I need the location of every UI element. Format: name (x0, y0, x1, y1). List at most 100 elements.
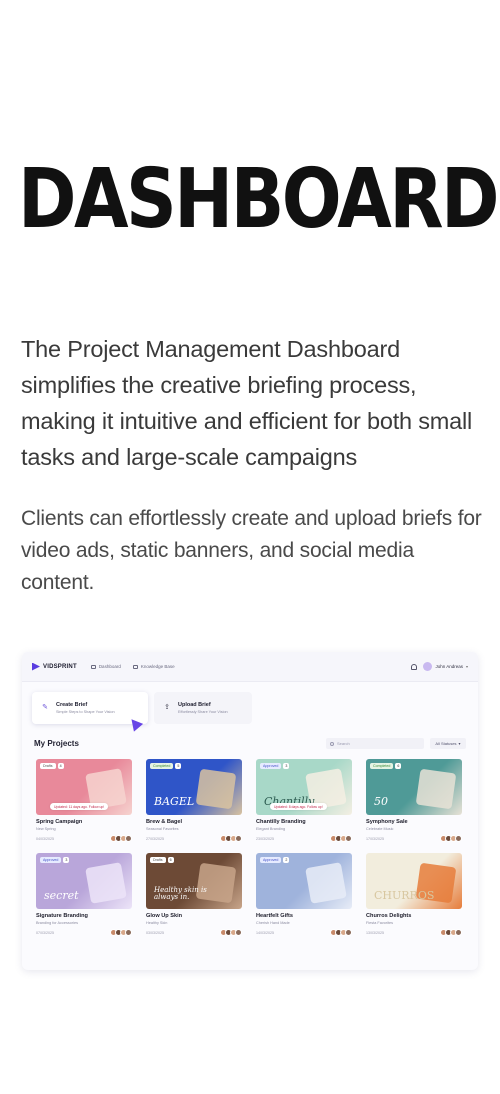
status-count: 4 (57, 763, 64, 769)
project-thumbnail: Healthy skin is always in. Drafts 6 (146, 853, 242, 909)
nav-item-knowledge-base[interactable]: Knowledge Base (132, 664, 175, 669)
status-label: Drafts (40, 763, 56, 769)
upload-brief-title: Upload Brief (178, 702, 211, 709)
status-label: Approved (260, 857, 282, 863)
chevron-down-icon: ▾ (458, 741, 461, 746)
project-date: 04/03/2025 (36, 836, 54, 841)
project-card[interactable]: Approved 2 Heartfelt Gifts Cherish Hand Mad… (256, 853, 352, 936)
team-avatars (110, 835, 132, 842)
user-name: John Andreas (435, 664, 463, 669)
project-card[interactable]: secret Approved 3 Signature Branding Brandin… (36, 853, 132, 936)
project-footer: 04/03/2025 (36, 835, 132, 842)
bell-icon[interactable] (411, 663, 418, 670)
status-count: 6 (395, 763, 402, 769)
project-title: Chantilly Branding (256, 819, 306, 825)
project-card[interactable]: Healthy skin is always in. Drafts 6 Glow Up… (146, 853, 242, 936)
project-subtitle: Elegant Branding (256, 827, 286, 831)
status-filter-value: All Statuses (435, 741, 457, 746)
project-date: 03/03/2025 (146, 930, 164, 935)
pencil-icon: ✎ (42, 704, 48, 711)
thumbnail-text: 50 (374, 795, 388, 808)
status-count: 3 (283, 763, 290, 769)
create-brief-desc: Simple Steps to Shape Your Vision (56, 709, 115, 714)
thumbnail-text: secret (44, 889, 79, 902)
project-footer: 03/03/2025 (146, 929, 242, 936)
project-subtitle: Fiesta Favorites (366, 921, 394, 925)
status-badge: Approved 2 (260, 857, 290, 863)
project-card[interactable]: 50 Completed 6 Symphony Sale Celebrate Music… (366, 759, 462, 842)
project-footer: 14/03/2025 (256, 929, 352, 936)
thumbnail-art (305, 862, 347, 904)
topbar-right: John Andreas ▾ (411, 662, 468, 671)
status-label: Drafts (150, 857, 166, 863)
project-date: 17/03/2025 (366, 836, 384, 841)
app-logo[interactable]: VIDSPRINT (32, 662, 77, 671)
app-topbar: VIDSPRINT Dashboard Knowledge Base John … (22, 652, 478, 682)
status-count: 2 (283, 857, 290, 863)
avatar (345, 835, 352, 842)
status-count: 6 (167, 857, 174, 863)
project-thumbnail: Approved 2 (256, 853, 352, 909)
nav-item-dashboard[interactable]: Dashboard (90, 664, 121, 669)
project-subtitle: Celebrate Music (366, 827, 394, 831)
book-icon (132, 664, 138, 669)
project-footer: 07/03/2025 (36, 929, 132, 936)
status-label: Approved (260, 763, 282, 769)
status-filter-select[interactable]: All Statuses ▾ (430, 738, 466, 749)
project-thumbnail: Drafts 4 Updated: 11 days ago. Follow up! (36, 759, 132, 815)
project-date: 23/03/2025 (256, 836, 274, 841)
team-avatars (440, 835, 462, 842)
project-footer: 27/03/2025 (146, 835, 242, 842)
project-thumbnail: 50 Completed 6 (366, 759, 462, 815)
project-card[interactable]: Drafts 4 Updated: 11 days ago. Follow up! S… (36, 759, 132, 842)
avatar (455, 929, 462, 936)
project-subtitle: Cherish Hand Made (256, 921, 290, 925)
status-label: Completed (150, 763, 174, 769)
team-avatars (220, 835, 242, 842)
avatar (235, 835, 242, 842)
project-card[interactable]: BAGEL Completed 5 Brew & Bagel Seasonal Favo… (146, 759, 242, 842)
follow-up-alert: Updated: 11 days ago. Follow up! (50, 803, 109, 810)
avatar (455, 835, 462, 842)
team-avatars (440, 929, 462, 936)
avatar (125, 835, 132, 842)
project-card[interactable]: CHURROS Churros Delights Fiesta Favorites 1… (366, 853, 462, 936)
status-badge: Approved 3 (40, 857, 70, 863)
nav-label: Dashboard (98, 664, 121, 669)
upload-brief-button[interactable]: ⇪ Upload Brief Effortlessly Share Your V… (154, 692, 252, 724)
thumbnail-text: CHURROS (374, 889, 435, 902)
status-badge: Approved 3 (260, 763, 290, 769)
thumbnail-text: Healthy skin is always in. (154, 886, 207, 901)
status-badge: Completed 5 (150, 763, 182, 769)
project-title: Churros Delights (366, 913, 412, 919)
project-thumbnail: secret Approved 3 (36, 853, 132, 909)
status-badge: Drafts 4 (40, 763, 64, 769)
project-date: 13/03/2025 (366, 930, 384, 935)
avatar (235, 929, 242, 936)
project-subtitle: New Spring (36, 827, 56, 831)
project-title: Brew & Bagel (146, 819, 183, 825)
team-avatars (330, 835, 352, 842)
user-menu[interactable]: John Andreas ▾ (423, 662, 468, 671)
dashboard-icon (90, 664, 96, 669)
project-card[interactable]: Chantilly Approved 3 Updated: 8 days ago. F… (256, 759, 352, 842)
project-thumbnail: Chantilly Approved 3 Updated: 8 days ago. F… (256, 759, 352, 815)
project-title: Heartfelt Gifts (256, 913, 293, 919)
dashboard-mockup: VIDSPRINT Dashboard Knowledge Base John … (22, 652, 478, 970)
search-input[interactable]: Search (326, 738, 424, 749)
thumbnail-art (415, 768, 457, 810)
project-footer: 17/03/2025 (366, 835, 462, 842)
project-subtitle: Seasonal Favorites (146, 827, 179, 831)
avatar (125, 929, 132, 936)
project-date: 14/03/2025 (256, 930, 274, 935)
upload-icon: ⇪ (164, 704, 170, 711)
projects-header: My Projects Search All Statuses ▾ (22, 724, 478, 749)
avatar (423, 662, 433, 671)
hero-title: DASHBOARD (18, 152, 500, 247)
project-date: 07/03/2025 (36, 930, 54, 935)
projects-title: My Projects (34, 739, 79, 748)
project-title: Spring Campaign (36, 819, 83, 825)
status-label: Approved (40, 857, 62, 863)
thumbnail-text: BAGEL (154, 795, 195, 808)
project-thumbnail: CHURROS (366, 853, 462, 909)
